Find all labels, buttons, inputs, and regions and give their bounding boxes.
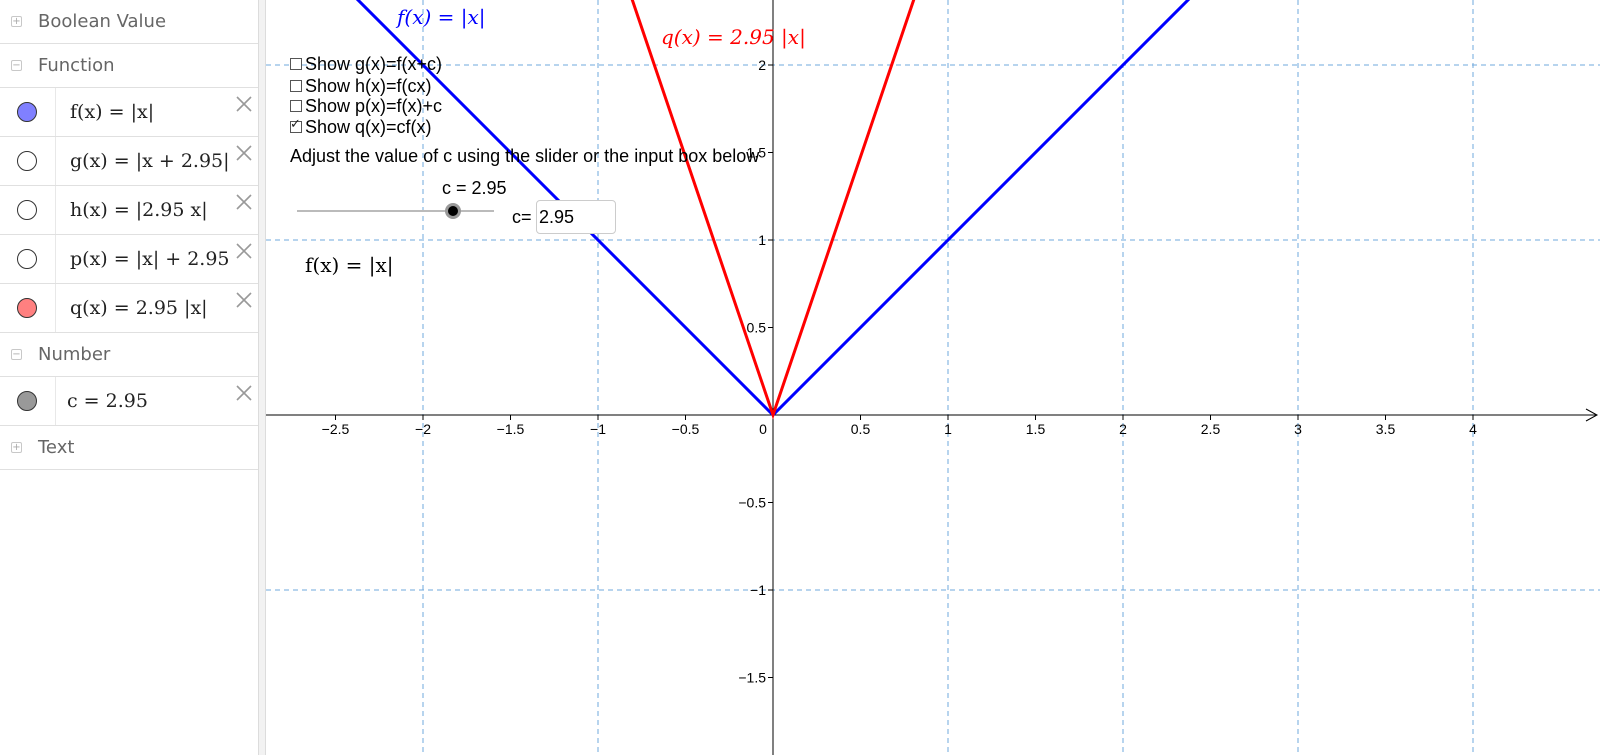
checkbox-show-q[interactable]: ✓ Show q(x)=cf(x)	[290, 117, 432, 137]
group-label-boolean-value: Boolean Value	[38, 11, 167, 32]
y-tick-label: 0.5	[747, 320, 767, 336]
checkbox-box[interactable]: ✓	[290, 117, 302, 133]
x-tick-label: −1	[590, 421, 606, 437]
x-tick-label: 4	[1469, 421, 1477, 437]
y-tick-label: −1	[750, 582, 766, 598]
x-tick-label: −2	[415, 421, 431, 437]
graphics-view[interactable]: −2.5 −2 −1.5 −1 −0.5 0 0.5 1 1.5 2 2.5 3 3.5 4 −1.5 −1 −…	[266, 0, 1600, 755]
slider-track[interactable]	[297, 210, 494, 212]
instruction-text: Adjust the value of c using the slider o…	[290, 146, 760, 166]
marble-cell	[0, 137, 56, 185]
definition-h[interactable]: h(x) = |2.95 x|	[70, 199, 208, 221]
visibility-toggle-h[interactable]	[17, 200, 37, 220]
x-tick-label: 1	[944, 421, 952, 437]
collapse-icon[interactable]: −	[11, 349, 22, 360]
y-tick-label: −1.5	[738, 670, 766, 686]
delete-icon[interactable]	[234, 94, 254, 114]
delete-icon[interactable]	[234, 241, 254, 261]
visibility-toggle-p[interactable]	[17, 249, 37, 269]
grid	[266, 0, 1600, 755]
delete-icon[interactable]	[234, 383, 254, 403]
x-tick-label: 2	[1119, 421, 1127, 437]
collapse-icon[interactable]: −	[11, 60, 22, 71]
marble-cell	[0, 377, 56, 425]
delete-icon[interactable]	[234, 192, 254, 212]
definition-f[interactable]: f(x) = |x|	[70, 101, 154, 123]
group-text[interactable]: + Text	[0, 426, 258, 470]
text-f-definition: f(x) = |x|	[305, 253, 394, 277]
x-tick-label: 3.5	[1376, 421, 1396, 437]
algebra-view: + Boolean Value − Function f(x) = |x| g(…	[0, 0, 258, 755]
marble-cell	[0, 235, 56, 283]
visibility-toggle-f[interactable]	[17, 102, 37, 122]
delete-icon[interactable]	[234, 290, 254, 310]
group-label-number: Number	[38, 344, 111, 365]
algebra-row-g[interactable]: g(x) = |x + 2.95|	[0, 137, 258, 186]
input-box-label: c=	[512, 207, 532, 227]
visibility-toggle-g[interactable]	[17, 151, 37, 171]
checkbox-label[interactable]: Show q(x)=cf(x)	[305, 117, 432, 137]
x-tick-label: 3	[1294, 421, 1302, 437]
definition-g[interactable]: g(x) = |x + 2.95|	[70, 150, 230, 172]
c-input-box[interactable]	[536, 200, 616, 234]
definition-p[interactable]: p(x) = |x| + 2.95	[70, 248, 230, 270]
checkbox-box[interactable]	[290, 100, 302, 112]
graph-label-q[interactable]: q(x) = 2.95 |x|	[661, 25, 806, 49]
delete-icon[interactable]	[234, 143, 254, 163]
algebra-row-q[interactable]: q(x) = 2.95 |x|	[0, 284, 258, 333]
algebra-row-h[interactable]: h(x) = |2.95 x|	[0, 186, 258, 235]
checkbox-show-p[interactable]: Show p(x)=f(x)+c	[290, 96, 442, 116]
group-label-text: Text	[38, 437, 75, 458]
checkmark-icon: ✓	[290, 117, 301, 132]
group-label-function: Function	[38, 55, 115, 76]
marble-cell	[0, 88, 56, 136]
x-tick-label: −2.5	[322, 421, 350, 437]
definition-c[interactable]: c = 2.95	[67, 390, 148, 412]
x-tick-label: 0	[759, 421, 767, 437]
algebra-row-p[interactable]: p(x) = |x| + 2.95	[0, 235, 258, 284]
checkbox-box[interactable]	[290, 80, 302, 92]
x-tick-label: 0.5	[851, 421, 871, 437]
group-boolean-value[interactable]: + Boolean Value	[0, 0, 258, 44]
group-number[interactable]: − Number	[0, 333, 258, 377]
checkbox-show-h[interactable]: Show h(x)=f(cx)	[290, 76, 432, 96]
checkbox-show-g[interactable]: Show g(x)=f(x+c)	[290, 54, 442, 74]
checkbox-box[interactable]	[290, 58, 302, 70]
view-divider[interactable]	[258, 0, 266, 755]
graph-label-f[interactable]: f(x) = |x|	[397, 5, 486, 29]
y-tick-label: −0.5	[738, 495, 766, 511]
group-function[interactable]: − Function	[0, 44, 258, 88]
y-tick-label: 1	[758, 232, 766, 248]
x-tick-label: −1.5	[497, 421, 525, 437]
slider-label: c = 2.95	[442, 178, 507, 198]
axes	[266, 0, 1599, 755]
checkbox-label[interactable]: Show g(x)=f(x+c)	[305, 54, 442, 74]
checkbox-label[interactable]: Show h(x)=f(cx)	[305, 76, 432, 96]
expand-icon[interactable]: +	[11, 16, 22, 27]
x-tick-label: −0.5	[672, 421, 700, 437]
slider-handle[interactable]	[445, 203, 461, 219]
definition-q[interactable]: q(x) = 2.95 |x|	[70, 297, 208, 319]
algebra-row-f[interactable]: f(x) = |x|	[0, 88, 258, 137]
expand-icon[interactable]: +	[11, 442, 22, 453]
checkbox-label[interactable]: Show p(x)=f(x)+c	[305, 96, 442, 116]
marble-cell	[0, 284, 56, 332]
coordinate-plane[interactable]: −2.5 −2 −1.5 −1 −0.5 0 0.5 1 1.5 2 2.5 3 3.5 4 −1.5 −1 −…	[266, 0, 1600, 755]
algebra-row-c[interactable]: c = 2.95	[0, 377, 258, 426]
marble-cell	[0, 186, 56, 234]
visibility-toggle-q[interactable]	[17, 298, 37, 318]
x-tick-label: 2.5	[1201, 421, 1221, 437]
visibility-toggle-c[interactable]	[17, 391, 37, 411]
x-tick-label: 1.5	[1026, 421, 1046, 437]
y-tick-label: 2	[758, 57, 766, 73]
